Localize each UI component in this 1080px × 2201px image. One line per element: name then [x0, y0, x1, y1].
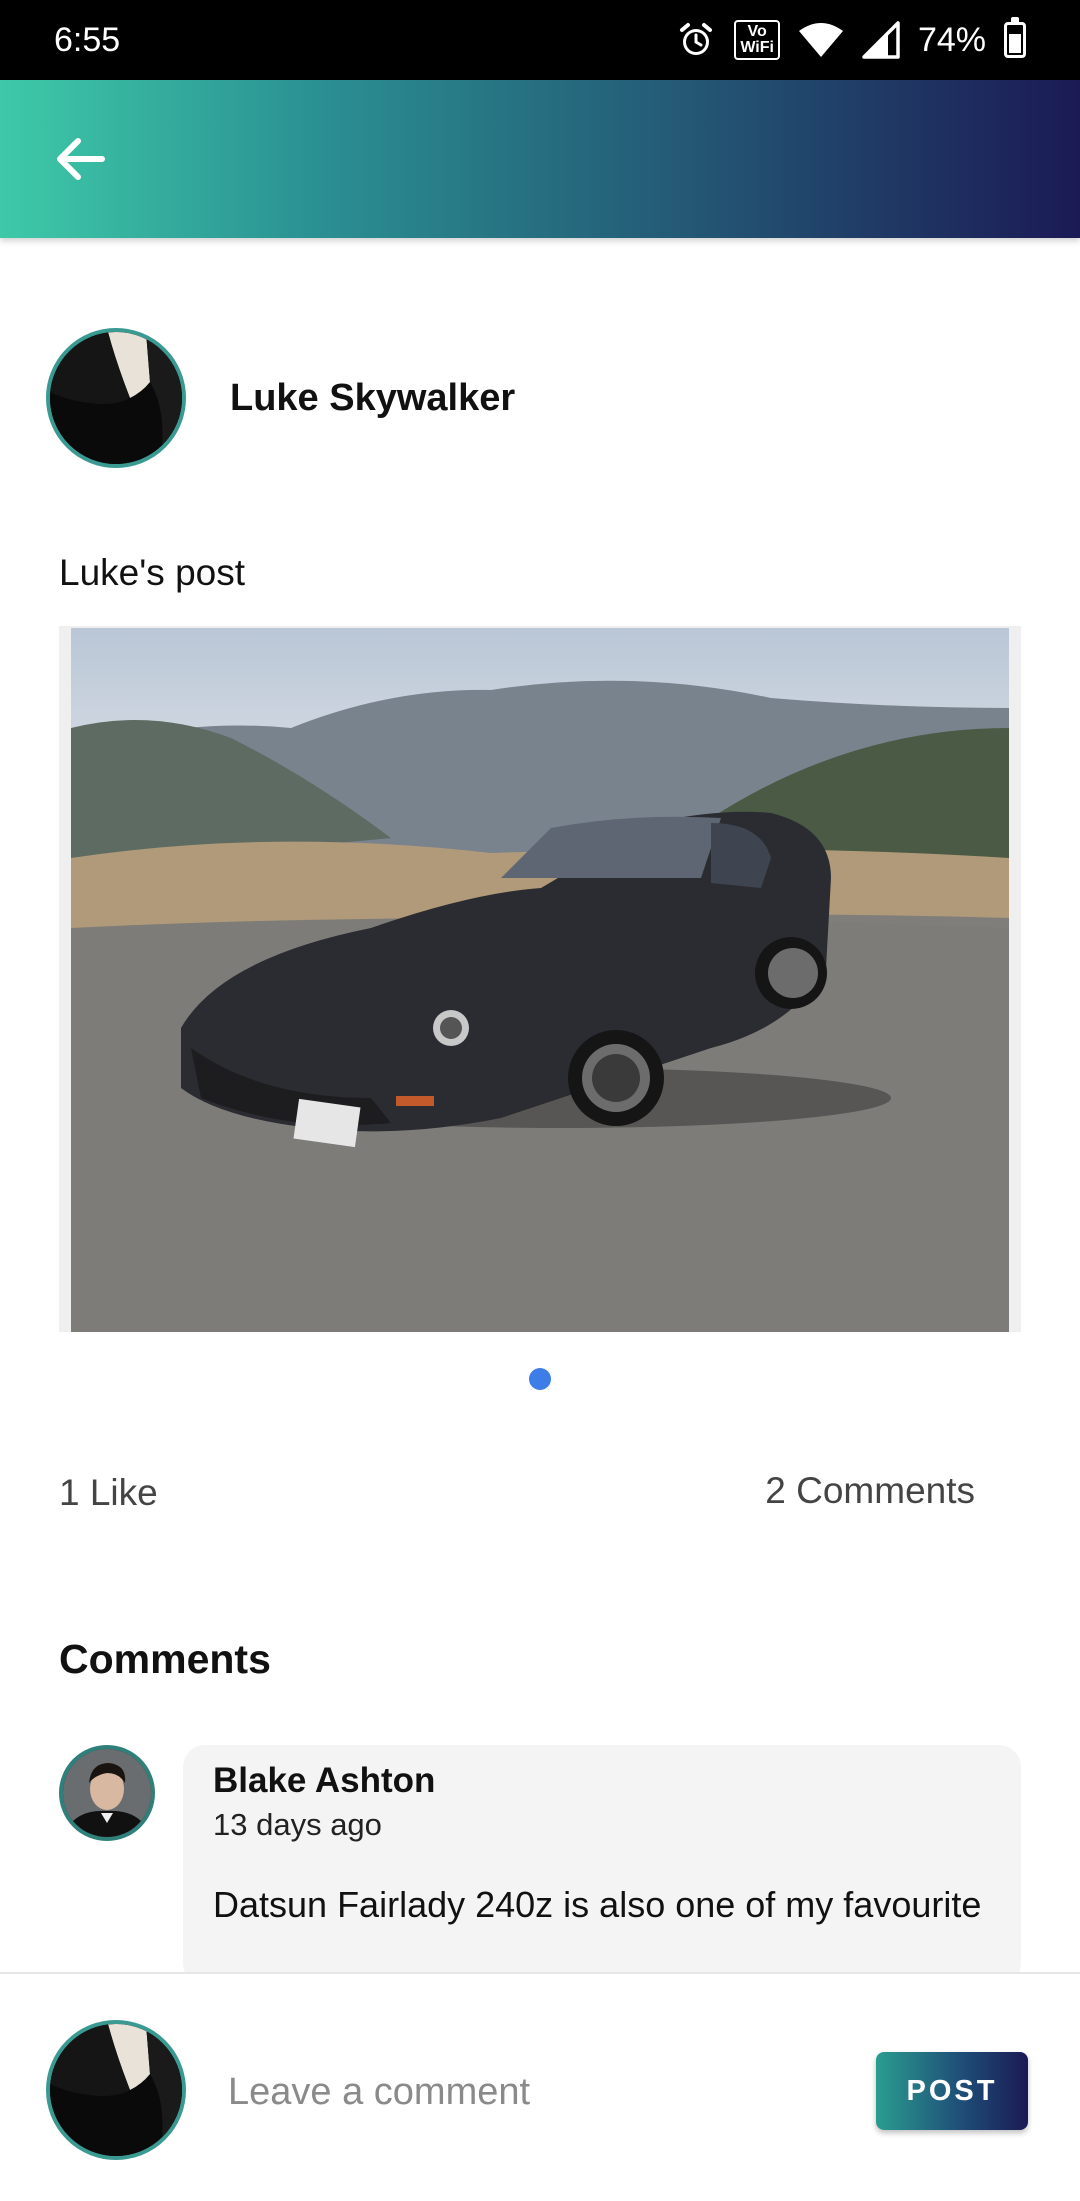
current-user-avatar	[46, 2020, 186, 2160]
post-image[interactable]	[71, 628, 1009, 1332]
back-button[interactable]	[40, 124, 118, 194]
battery-percent: 74%	[917, 20, 986, 59]
status-icons: Vo WiFi 74%	[676, 17, 1026, 60]
avatar[interactable]	[46, 328, 186, 468]
volte-label-bottom: WiFi	[740, 39, 774, 56]
author-name[interactable]: Luke Skywalker	[230, 377, 515, 420]
comment-composer: POST	[0, 1972, 1080, 2201]
comments-count[interactable]: 2 Comments	[765, 1470, 975, 1512]
alarm-icon	[676, 20, 716, 60]
wifi-icon	[798, 21, 844, 59]
comment-timestamp: 13 days ago	[213, 1807, 382, 1842]
post-text: Luke's post	[59, 552, 246, 593]
comment-input[interactable]	[228, 2054, 828, 2130]
post-image-carousel[interactable]	[59, 626, 1021, 1332]
signal-icon	[862, 21, 900, 59]
comments-heading: Comments	[59, 1636, 271, 1682]
battery-fill	[1009, 33, 1021, 53]
arrow-left-icon	[57, 138, 105, 180]
post-button[interactable]: POST	[876, 2052, 1028, 2130]
commenter-avatar[interactable]	[59, 1745, 155, 1841]
commenter-name[interactable]: Blake Ashton	[213, 1757, 991, 1805]
status-time: 6:55	[54, 20, 121, 59]
app-bar	[0, 80, 1080, 238]
likes-count[interactable]: 1 Like	[59, 1472, 158, 1514]
volte-wifi-icon: Vo WiFi	[734, 20, 780, 60]
comment-text: Datsun Fairlady 240z is also one of my f…	[213, 1884, 982, 1925]
comment-bubble: Blake Ashton 13 days ago Datsun Fairlady…	[183, 1745, 1021, 1985]
carousel-page-indicator	[529, 1368, 551, 1390]
battery-icon	[1004, 17, 1026, 58]
status-bar: 6:55 Vo WiFi 74%	[0, 0, 1080, 80]
post-author[interactable]: Luke Skywalker	[46, 328, 515, 468]
volte-label-top: Vo	[747, 23, 767, 40]
